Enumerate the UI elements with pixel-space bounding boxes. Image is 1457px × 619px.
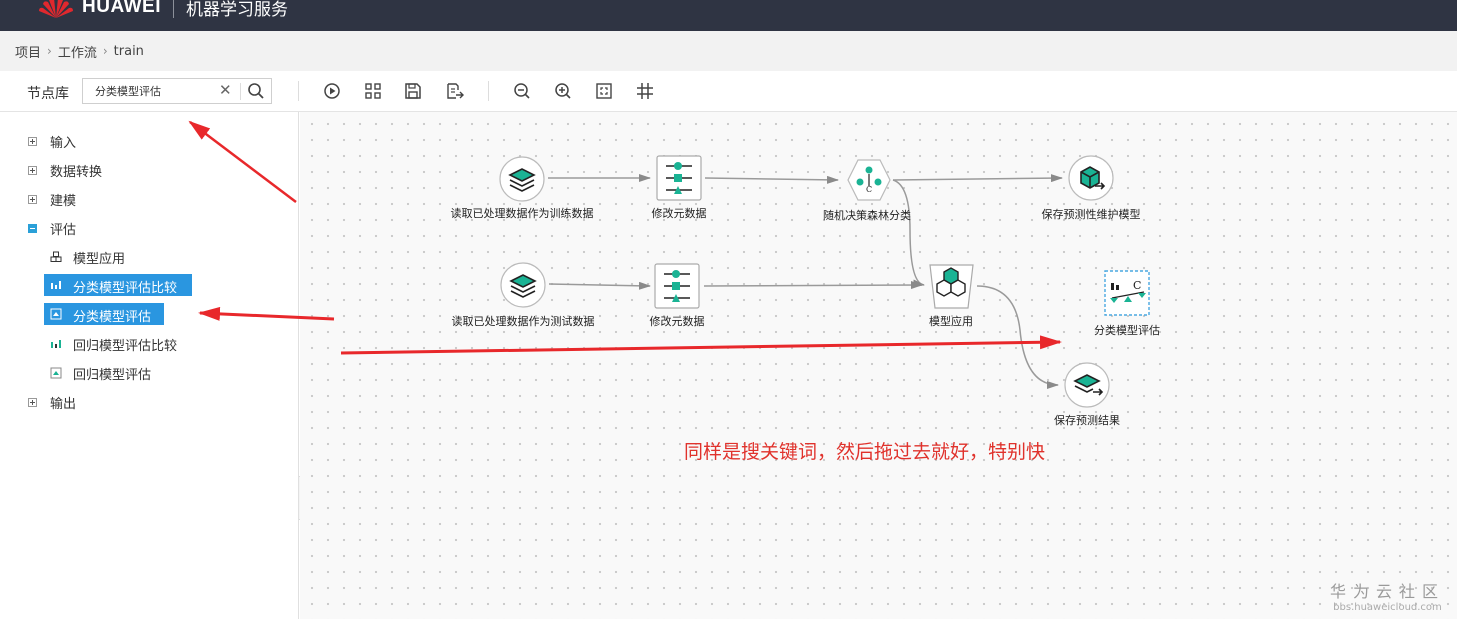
clear-icon[interactable]: ✕	[219, 81, 232, 99]
tree-item-class-eval[interactable]: 分类模型评估	[44, 303, 164, 325]
export-icon[interactable]	[445, 81, 465, 101]
node-label: 保存预测性维护模型	[1041, 208, 1141, 221]
toolbar: 节点库 ✕	[0, 71, 1457, 112]
zoom-out-icon[interactable]	[512, 81, 532, 101]
compare-chart-icon	[51, 281, 61, 289]
scale-icon	[50, 367, 62, 379]
node-search-input[interactable]	[83, 79, 213, 103]
tree-item-label: 回归模型评估比较	[73, 338, 178, 354]
workflow-canvas[interactable]	[300, 112, 1457, 619]
watermark-title: 华为云社区	[1329, 582, 1445, 601]
tree-group-output[interactable]: 输出	[0, 391, 299, 413]
chevron-right-icon: ›	[47, 44, 52, 58]
breadcrumb-item-workflow[interactable]: 工作流	[58, 42, 97, 61]
fit-screen-icon[interactable]	[594, 81, 614, 101]
node-label: 分类模型评估	[1094, 324, 1160, 337]
expand-icon[interactable]	[28, 194, 37, 204]
tree-item-label: 分类模型评估比较	[73, 281, 178, 296]
toolbar-divider	[488, 81, 489, 101]
tree-item-regression-eval[interactable]: 回归模型评估	[0, 362, 299, 384]
tree-group-modeling[interactable]: 建模	[0, 188, 299, 210]
node-label: 保存预测结果	[1054, 414, 1120, 427]
node-search-box: ✕	[82, 78, 272, 104]
save-icon[interactable]	[403, 81, 423, 101]
compare-chart-icon	[51, 340, 61, 348]
tree-item-label: 模型应用	[73, 251, 126, 267]
huawei-logo-icon	[39, 0, 73, 19]
tree-item-label: 分类模型评估	[73, 310, 152, 325]
run-icon[interactable]	[322, 81, 342, 101]
scale-icon	[50, 308, 62, 320]
toolbar-divider	[298, 81, 299, 101]
expand-icon[interactable]	[28, 136, 37, 146]
search-icon[interactable]	[247, 82, 265, 100]
breadcrumb-item-project[interactable]: 项目	[15, 42, 41, 61]
tree-group-evaluation[interactable]: 评估	[0, 217, 299, 239]
layout-icon[interactable]	[363, 81, 383, 101]
watermark: 华为云社区 bbs.huaweicloud.com	[1330, 578, 1445, 613]
breadcrumb: 项目 › 工作流 › train	[0, 31, 1457, 71]
tree-item-regression-eval-compare[interactable]: 回归模型评估比较	[0, 333, 299, 355]
cubes-icon	[50, 251, 62, 262]
tree-group-label: 评估	[50, 222, 77, 238]
expand-icon[interactable]	[28, 397, 37, 407]
zoom-in-icon[interactable]	[553, 81, 573, 101]
tree-item-class-eval-compare[interactable]: 分类模型评估比较	[44, 274, 192, 296]
node-library-label: 节点库	[27, 86, 69, 102]
chevron-right-icon: ›	[102, 44, 108, 58]
tree-group-transform[interactable]: 数据转换	[0, 159, 299, 181]
tree-item-model-apply[interactable]: 模型应用	[0, 246, 299, 268]
tree-group-label: 建模	[50, 193, 77, 209]
top-bar: HUAWEI 机器学习服务	[0, 0, 1457, 31]
tree-group-input[interactable]: 输入	[0, 130, 299, 152]
search-divider	[240, 83, 241, 100]
node-label: 修改元数据	[649, 315, 705, 328]
node-label: 随机决策森林分类	[823, 209, 911, 222]
collapse-icon[interactable]	[28, 223, 37, 233]
watermark-url: bbs.huaweicloud.com	[1333, 602, 1442, 613]
node-label: 修改元数据	[651, 207, 707, 220]
node-label: 读取已处理数据作为测试数据	[451, 315, 595, 328]
brand-name: HUAWEI	[82, 0, 161, 17]
tree-group-label: 输入	[50, 135, 77, 151]
tree-item-label: 回归模型评估	[73, 367, 152, 383]
header-divider	[173, 0, 174, 18]
product-name: 机器学习服务	[186, 0, 288, 20]
grid-icon[interactable]	[635, 81, 655, 101]
node-library-tree: 输入 数据转换 建模 评估 模型应用 分类模型评估比较 分类模型评估 回归模型评…	[0, 112, 299, 619]
expand-icon[interactable]	[28, 165, 37, 175]
node-label: 模型应用	[929, 315, 973, 328]
annotation-text: 同样是搜关键词，然后拖过去就好，特别快	[684, 441, 1046, 463]
tree-group-label: 输出	[50, 396, 77, 412]
logo[interactable]: HUAWEI 机器学习服务	[36, 0, 288, 20]
breadcrumb-item-current: train	[113, 43, 144, 59]
node-label: 读取已处理数据作为训练数据	[450, 207, 594, 220]
tree-group-label: 数据转换	[50, 164, 103, 180]
